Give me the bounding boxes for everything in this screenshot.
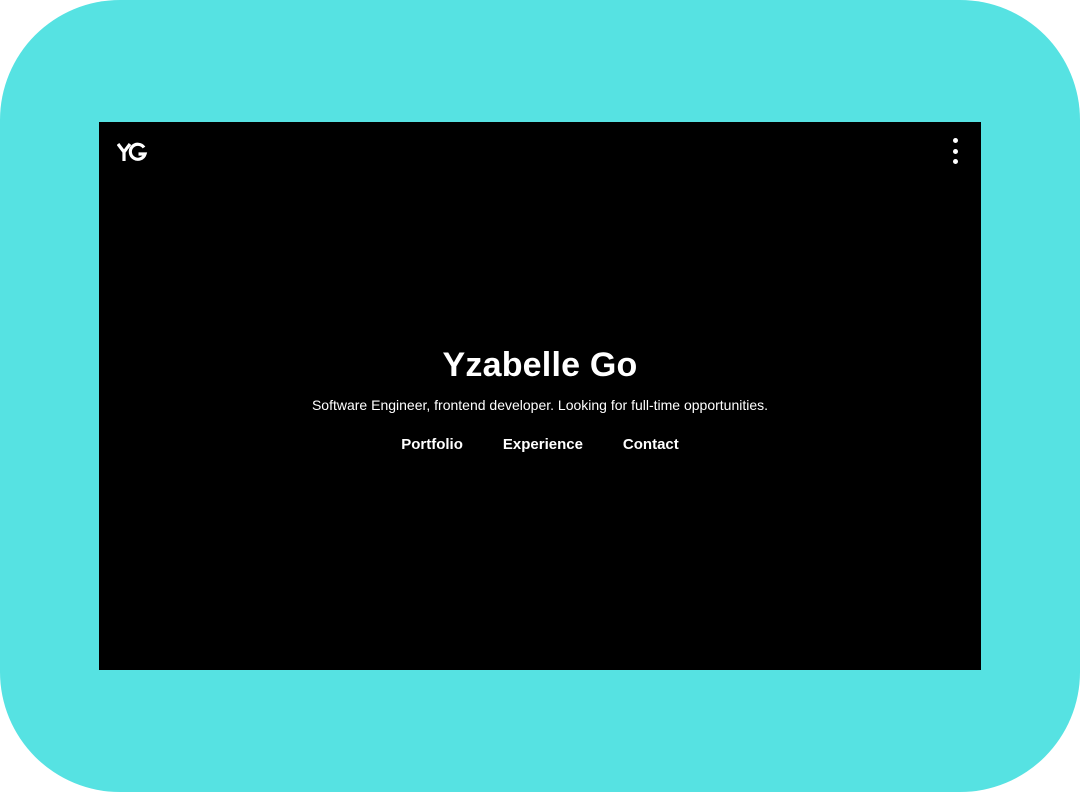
yg-logo-icon[interactable] bbox=[116, 140, 149, 164]
hero-title: Yzabelle Go bbox=[442, 346, 638, 384]
nav-link-experience[interactable]: Experience bbox=[503, 435, 583, 455]
kebab-menu-icon[interactable] bbox=[947, 138, 963, 164]
menu-dot bbox=[952, 159, 958, 164]
website-viewport: Yzabelle Go Software Engineer, frontend … bbox=[99, 122, 981, 670]
nav-link-portfolio[interactable]: Portfolio bbox=[401, 435, 463, 455]
nav-link-contact[interactable]: Contact bbox=[623, 435, 679, 455]
hero-tagline: Software Engineer, frontend developer. L… bbox=[311, 397, 769, 413]
device-frame: Yzabelle Go Software Engineer, frontend … bbox=[0, 0, 1080, 792]
hero-nav: Portfolio Experience Contact bbox=[99, 435, 981, 455]
yg-monogram-icon bbox=[116, 142, 148, 161]
menu-dot bbox=[952, 138, 958, 143]
hero-section: Yzabelle Go Software Engineer, frontend … bbox=[99, 341, 981, 455]
menu-dot bbox=[952, 148, 958, 154]
